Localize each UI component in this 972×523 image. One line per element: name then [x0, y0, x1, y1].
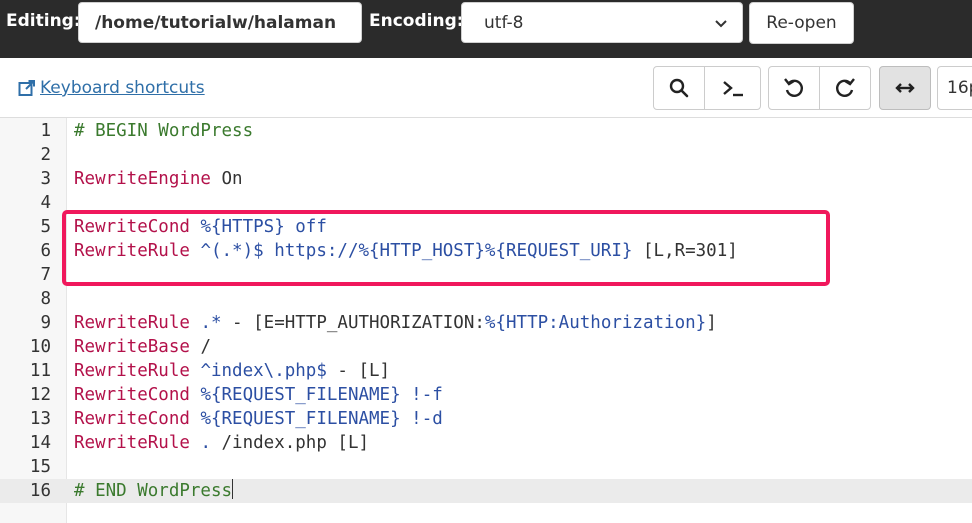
editor-header-bar: Editing: /home/tutorialw/halaman Encodin…	[0, 0, 972, 58]
line-number: 4	[40, 193, 51, 213]
code-token: # BEGIN WordPress	[74, 121, 254, 141]
code-token: RewriteEngine	[74, 169, 211, 189]
editing-label: Editing:	[6, 11, 81, 31]
code-token: - [E=HTTP_AUTHORIZATION:	[221, 313, 485, 333]
chevron-down-icon	[715, 19, 727, 27]
redo-button[interactable]	[819, 66, 871, 110]
line-number: 2	[40, 145, 51, 165]
file-path-field[interactable]: /home/tutorialw/halaman	[78, 2, 362, 43]
code-text: # BEGIN WordPress	[74, 119, 253, 143]
line-number: 9	[40, 313, 51, 333]
code-line[interactable]: 12 RewriteCond %{REQUEST_FILENAME} !-f	[0, 383, 972, 407]
code-text: RewriteRule .* - [E=HTTP_AUTHORIZATION:%…	[74, 311, 717, 335]
code-line[interactable]: 11 RewriteRule ^index\.php$ - [L]	[0, 359, 972, 383]
line-number: 6	[40, 241, 51, 261]
code-text: RewriteBase /	[74, 335, 211, 359]
code-line[interactable]: 10 RewriteBase /	[0, 335, 972, 359]
line-number: 14	[29, 433, 51, 453]
code-token: RewriteCond	[74, 385, 190, 405]
undo-icon	[784, 78, 803, 97]
code-line[interactable]: 2	[0, 143, 972, 167]
code-token: %{REQUEST_FILENAME} !-d	[189, 409, 443, 429]
undo-button[interactable]	[768, 66, 820, 110]
terminal-icon	[722, 81, 743, 97]
code-token: %{HTTP:Authorization}	[484, 313, 707, 333]
line-number: 7	[40, 265, 51, 285]
code-line[interactable]: 16 # END WordPress	[0, 479, 972, 503]
code-token: .*	[189, 313, 222, 333]
code-token: ]	[706, 313, 717, 333]
encoding-select[interactable]: utf-8	[461, 2, 743, 43]
line-number: 8	[40, 289, 51, 309]
code-text: RewriteCond %{REQUEST_FILENAME} !-f	[74, 383, 443, 407]
code-line[interactable]: 15	[0, 455, 972, 479]
reopen-button[interactable]: Re-open	[749, 2, 854, 44]
code-token: ^index\.php$	[189, 361, 327, 381]
code-token: /	[189, 337, 211, 357]
code-text: # END WordPress	[74, 479, 234, 503]
code-token: RewriteRule	[74, 361, 190, 381]
code-text: RewriteRule ^index\.php$ - [L]	[74, 359, 390, 383]
code-token: # END WordPress	[74, 481, 233, 501]
code-line[interactable]: 9 RewriteRule .* - [E=HTTP_AUTHORIZATION:…	[0, 311, 972, 335]
wrap-icon	[895, 83, 915, 93]
redo-icon	[836, 78, 855, 97]
code-token: RewriteCond	[74, 409, 190, 429]
code-line[interactable]: 3 RewriteEngine On	[0, 167, 972, 191]
line-number: 12	[29, 385, 51, 405]
code-editor[interactable]: 1 # BEGIN WordPress 2 3 RewriteEngine On 4 5 Re…	[0, 117, 972, 523]
highlight-annotation-box	[62, 210, 830, 286]
code-token: RewriteRule	[74, 433, 190, 453]
keyboard-shortcuts-link[interactable]: Keyboard shortcuts	[18, 78, 205, 98]
line-number: 3	[40, 169, 51, 189]
code-token: - [L]	[326, 361, 391, 381]
code-line[interactable]: 1 # BEGIN WordPress	[0, 119, 972, 143]
code-text: RewriteCond %{REQUEST_FILENAME} !-d	[74, 407, 443, 431]
code-line[interactable]: 14 RewriteRule . /index.php [L]	[0, 431, 972, 455]
go-to-line-button[interactable]	[704, 66, 761, 110]
external-link-icon	[18, 80, 35, 96]
encoding-label: Encoding:	[369, 11, 464, 31]
code-token: On	[210, 169, 243, 189]
encoding-value: utf-8	[484, 12, 524, 33]
code-token: %{REQUEST_FILENAME} !-f	[189, 385, 443, 405]
code-token: RewriteBase	[74, 337, 190, 357]
code-token: .	[189, 433, 211, 453]
line-number: 5	[40, 217, 51, 237]
line-number: 16	[29, 481, 51, 501]
keyboard-shortcuts-label: Keyboard shortcuts	[40, 78, 205, 98]
code-text: RewriteRule . /index.php [L]	[74, 431, 369, 455]
font-size-select[interactable]: 16px	[937, 66, 972, 110]
word-wrap-toggle[interactable]	[879, 66, 931, 110]
search-button[interactable]	[653, 66, 705, 110]
code-text: RewriteEngine On	[74, 167, 243, 191]
code-line[interactable]: 13 RewriteCond %{REQUEST_FILENAME} !-d	[0, 407, 972, 431]
code-token: RewriteRule	[74, 313, 190, 333]
line-number: 1	[40, 121, 51, 141]
search-icon	[669, 78, 689, 98]
text-cursor	[232, 479, 234, 499]
code-line[interactable]: 8	[0, 287, 972, 311]
line-number: 11	[29, 361, 51, 381]
line-number: 13	[29, 409, 51, 429]
line-number: 15	[29, 457, 51, 477]
line-number: 10	[29, 337, 51, 357]
code-token: /index.php [L]	[210, 433, 370, 453]
